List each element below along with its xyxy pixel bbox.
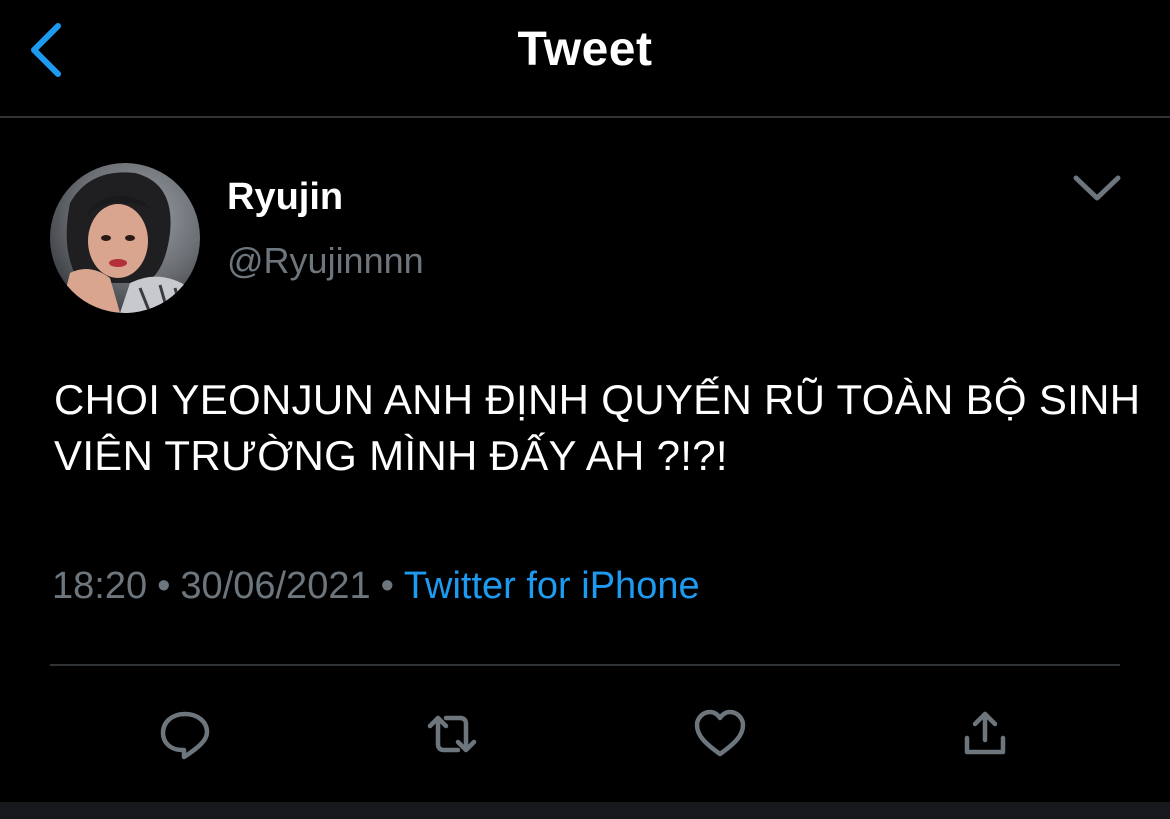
top-navigation-bar: Tweet [0, 0, 1170, 118]
retweet-button[interactable] [422, 706, 482, 762]
chevron-down-icon [1073, 175, 1121, 201]
author-display-name[interactable]: Ryujin [227, 176, 343, 219]
share-button[interactable] [955, 706, 1015, 762]
retweet-icon [427, 715, 477, 753]
tweet-menu-button[interactable] [1068, 168, 1126, 210]
reply-icon [160, 711, 210, 760]
tweet-metadata: 18:20 • 30/06/2021 • Twitter for iPhone [52, 565, 700, 608]
meta-separator: • [157, 565, 171, 607]
tweet-time: 18:20 [52, 565, 148, 607]
profile-photo [50, 163, 200, 313]
share-icon [964, 711, 1006, 755]
meta-separator: • [380, 565, 394, 607]
tweet-source-link[interactable]: Twitter for iPhone [404, 565, 700, 607]
avatar[interactable] [50, 163, 200, 313]
divider [50, 664, 1120, 666]
reply-button[interactable] [155, 706, 215, 762]
tweet-date: 30/06/2021 [180, 565, 371, 607]
author-handle[interactable]: @Ryujinnnn [227, 240, 424, 282]
like-button[interactable] [690, 706, 750, 762]
bottom-bar [0, 802, 1170, 819]
like-icon [694, 709, 746, 757]
page-title: Tweet [517, 23, 653, 76]
tweet-text: CHOI YEONJUN ANH ĐỊNH QUYẾN RŨ TOÀN BỘ S… [54, 376, 1141, 479]
